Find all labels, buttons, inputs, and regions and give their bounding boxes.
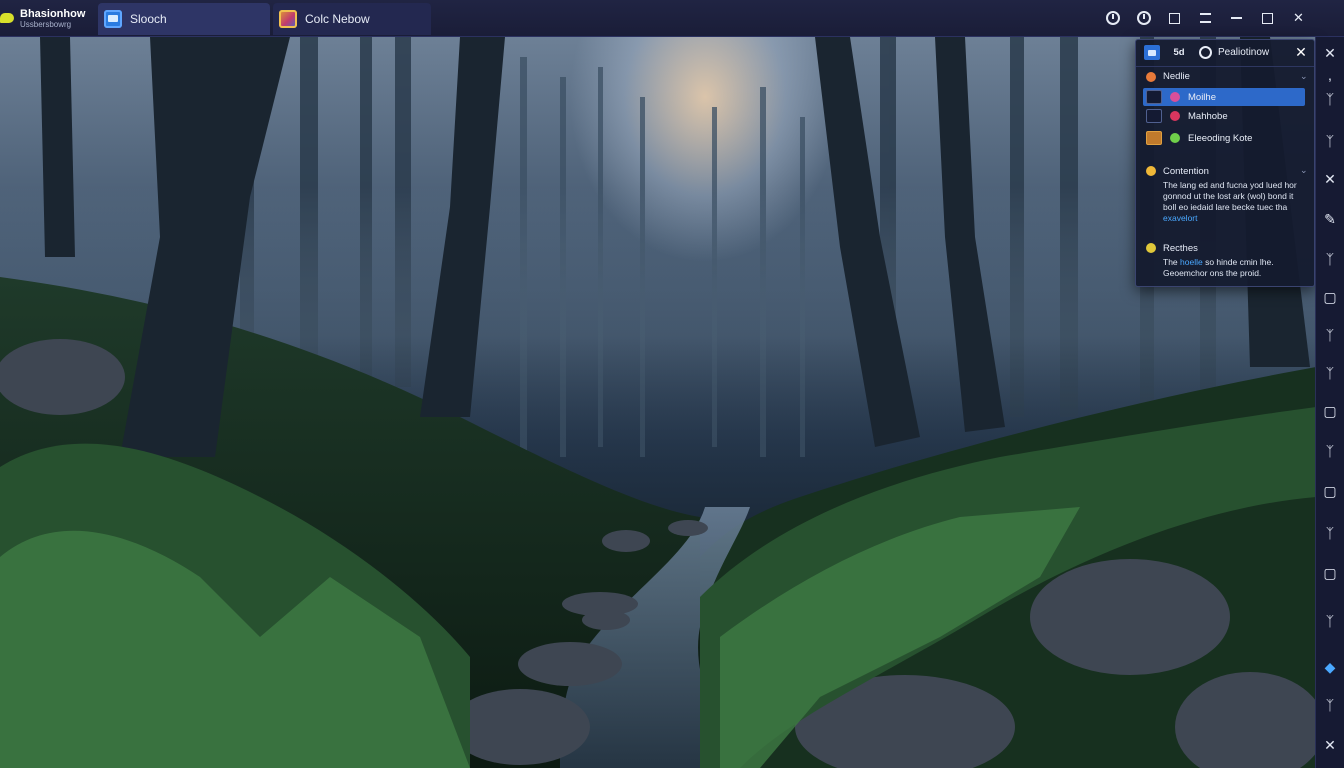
recthes-prefix: The xyxy=(1163,257,1178,267)
close-icon: ✕ xyxy=(1293,10,1304,25)
recthes-text: The hoelle so hinde cmin lhe. Geoemchor … xyxy=(1163,257,1303,279)
tree-icon[interactable]: ᛉ xyxy=(1322,613,1338,629)
close-icon[interactable]: ✕ xyxy=(1322,45,1338,61)
square-icon xyxy=(1169,12,1180,24)
frame-icon[interactable]: ▢ xyxy=(1322,483,1338,499)
comma-icon: , xyxy=(1328,67,1332,83)
menu-button[interactable] xyxy=(1190,8,1221,28)
contention-link[interactable]: exavelort xyxy=(1163,213,1198,223)
properties-panel: 5d Pealiotinow ✕ Nedlie ⌄ Moilhe Mahhobe… xyxy=(1135,39,1315,287)
section-icon xyxy=(1146,166,1156,176)
forest-illustration xyxy=(0,37,1316,768)
power-icon xyxy=(1136,11,1151,25)
droplet-icon[interactable]: ◆ xyxy=(1322,659,1338,675)
frame-icon[interactable]: ▢ xyxy=(1322,565,1338,581)
tree-icon[interactable]: ᛉ xyxy=(1322,443,1338,459)
title-bar: Bhasionhow Ussbersbowrg Slooch Colc Nebo… xyxy=(0,0,1344,37)
cross-icon[interactable]: ✕ xyxy=(1322,171,1338,187)
tree-icon[interactable]: ᛉ xyxy=(1322,91,1338,107)
panel-header: 5d Pealiotinow ✕ xyxy=(1136,40,1314,67)
tree-icon[interactable]: ᛉ xyxy=(1322,525,1338,541)
section-title-recthes: Recthes xyxy=(1163,243,1198,254)
app-brand[interactable]: Bhasionhow Ussbersbowrg xyxy=(0,4,96,32)
equals-icon xyxy=(1200,13,1211,23)
tree-icon[interactable]: ᛉ xyxy=(1322,697,1338,713)
fullscreen-button[interactable] xyxy=(1159,8,1190,28)
close-button[interactable]: ✕ xyxy=(1283,8,1314,28)
list-item-label: Mahhobe xyxy=(1188,110,1228,122)
contention-text: The lang ed and fucna yod lued hor gonno… xyxy=(1163,180,1303,224)
frame-icon[interactable]: ▢ xyxy=(1322,403,1338,419)
image-thumb-icon xyxy=(1146,131,1162,145)
power-button-2[interactable] xyxy=(1128,8,1159,28)
chevron-down-icon[interactable]: ⌄ xyxy=(1300,71,1308,82)
contention-body: The lang ed and fucna yod lued hor gonno… xyxy=(1163,180,1297,212)
tree-icon[interactable]: ᛉ xyxy=(1322,133,1338,149)
window-controls: ✕ xyxy=(1097,8,1314,28)
tree-icon[interactable]: ᛉ xyxy=(1322,327,1338,343)
pen-icon[interactable]: ✎ xyxy=(1322,211,1338,227)
info-button[interactable] xyxy=(1198,45,1212,60)
info-icon xyxy=(1198,46,1212,59)
forest-image xyxy=(0,37,1316,768)
tab-label: Slooch xyxy=(130,12,167,26)
list-item-label: Moilhe xyxy=(1188,91,1216,103)
close-icon[interactable]: ✕ xyxy=(1322,737,1338,753)
color-wheel-icon xyxy=(1170,133,1180,143)
right-toolbar: ✕ , ᛉ ᛉ ✕ ✎ ᛉ ▢ ᛉ ᛉ ▢ ᛉ ▢ ᛉ ▢ ᛉ ◆ ᛉ ✕ xyxy=(1315,37,1344,768)
maximize-icon xyxy=(1262,12,1273,24)
window-icon xyxy=(104,10,122,28)
power-icon xyxy=(1105,11,1120,25)
section-icon xyxy=(1146,72,1156,82)
panel-close-icon[interactable]: ✕ xyxy=(1294,44,1308,60)
panel-app-button[interactable] xyxy=(1144,45,1160,60)
list-item-moilhe[interactable]: Moilhe xyxy=(1143,88,1305,106)
tab-slooch[interactable]: Slooch xyxy=(98,3,270,35)
chevron-down-icon[interactable]: ⌄ xyxy=(1300,165,1308,176)
tab-label: Colc Nebow xyxy=(305,12,370,26)
maximize-button[interactable] xyxy=(1252,8,1283,28)
panel-title: Pealiotinow xyxy=(1218,47,1270,58)
list-item-label: Eleeoding Kote xyxy=(1188,132,1253,144)
app-name: Bhasionhow xyxy=(20,8,86,20)
checkbox[interactable] xyxy=(1146,90,1162,104)
red-dot-icon xyxy=(1170,111,1180,121)
section-icon xyxy=(1146,243,1156,253)
list-item-eleeoding-kote[interactable]: Eleeoding Kote xyxy=(1143,129,1305,147)
app-logo-icon xyxy=(0,13,14,23)
tab-colc-nebow[interactable]: Colc Nebow xyxy=(273,3,431,35)
tree-icon[interactable]: ᛉ xyxy=(1322,365,1338,381)
section-title-nedlie: Nedlie xyxy=(1163,71,1190,82)
recthes-link[interactable]: hoelle xyxy=(1180,257,1203,267)
photo-icon xyxy=(279,10,297,28)
panel-count-button[interactable]: 5d xyxy=(1170,45,1188,60)
list-item-mahhobe[interactable]: Mahhobe xyxy=(1143,107,1305,125)
frame-icon[interactable]: ▢ xyxy=(1322,289,1338,305)
checkbox[interactable] xyxy=(1146,109,1162,123)
section-title-contention: Contention xyxy=(1163,166,1209,177)
tree-icon[interactable]: ᛉ xyxy=(1322,251,1338,267)
minimize-icon xyxy=(1231,17,1242,19)
pink-dot-icon xyxy=(1170,92,1180,102)
power-button[interactable] xyxy=(1097,8,1128,28)
app-subtitle: Ussbersbowrg xyxy=(20,20,72,29)
minimize-button[interactable] xyxy=(1221,8,1252,28)
